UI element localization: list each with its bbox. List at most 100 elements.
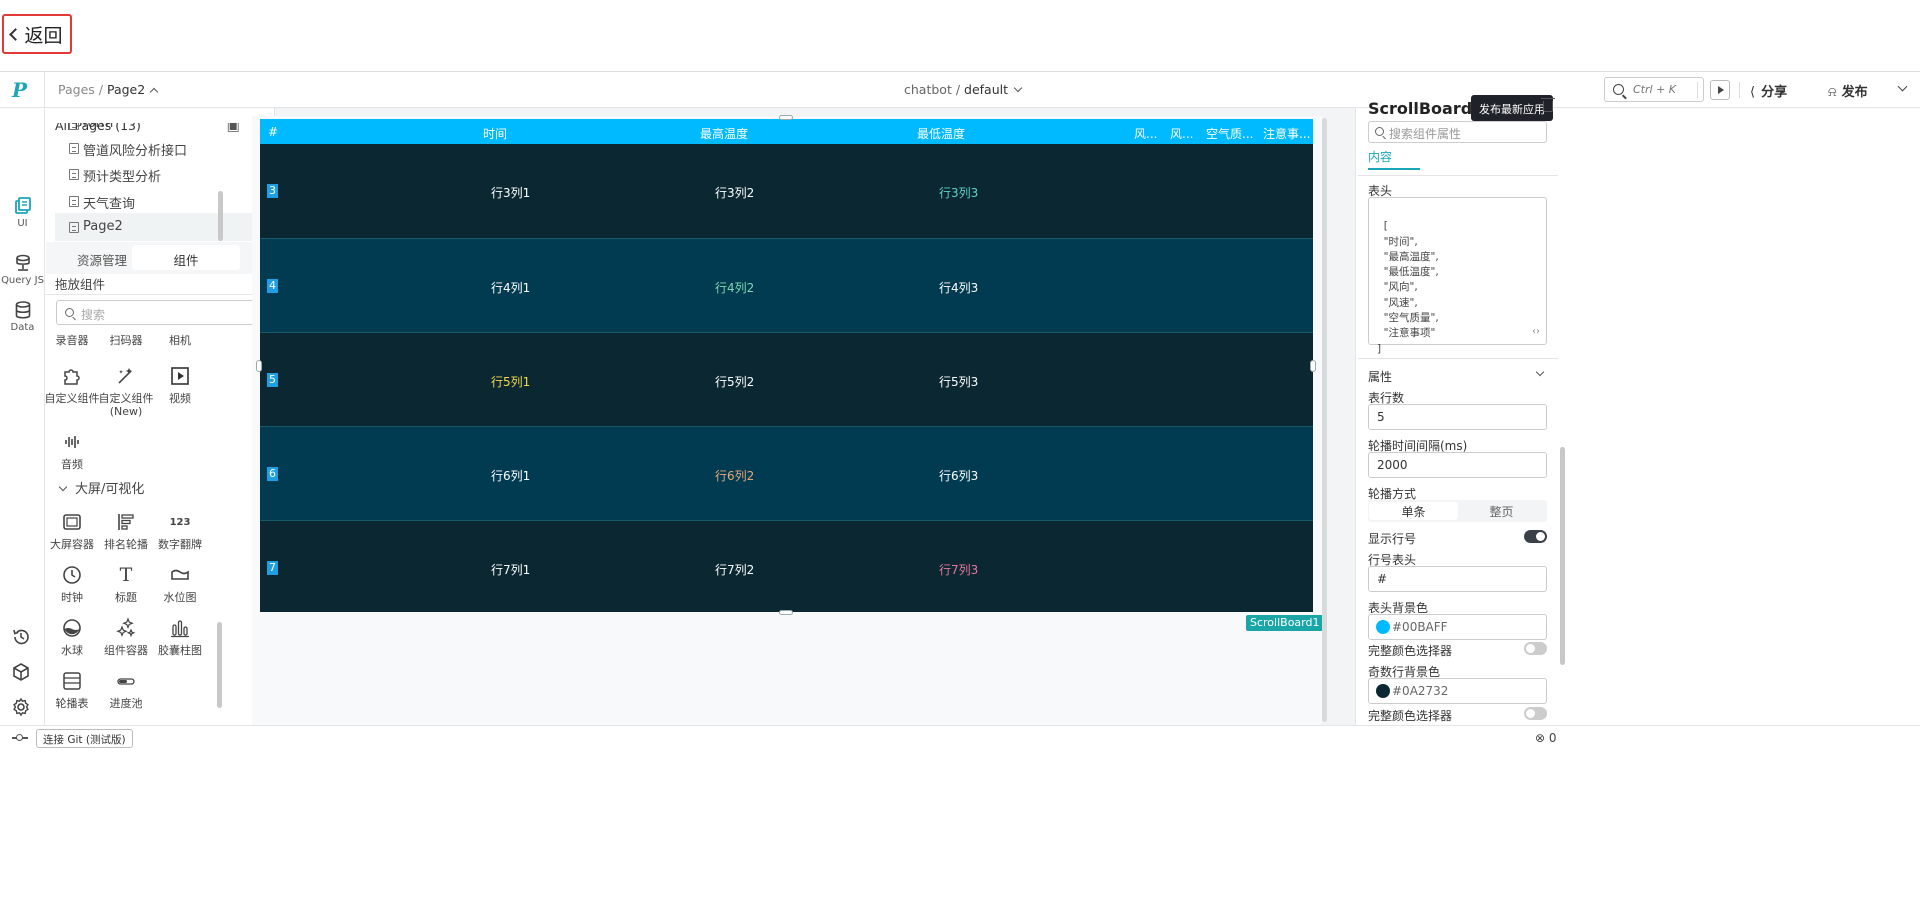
comp-audio[interactable]: 音频 xyxy=(39,431,105,471)
page-item-active[interactable]: Page2 xyxy=(55,213,265,241)
column-header: 最低温度 xyxy=(917,127,966,141)
divider xyxy=(1697,82,1698,98)
table-cell: 行3列3 xyxy=(939,186,979,200)
error-indicator[interactable]: ⊗ 0 xyxy=(1535,731,1557,745)
publish-dropdown-chevron-icon[interactable] xyxy=(1897,81,1908,92)
full-picker-toggle[interactable] xyxy=(1524,642,1547,655)
rail-item-data[interactable]: Data xyxy=(0,300,45,333)
header-json-editor[interactable]: [ "时间", "最高温度", "最低温度", "风向", "风速", "空气质… xyxy=(1368,197,1547,355)
component-name-tag[interactable]: ScrollBoard1 xyxy=(1246,615,1324,631)
capsule-chart-icon xyxy=(171,620,189,638)
table-cell: 行5列1 xyxy=(491,375,531,389)
chevron-up-icon[interactable] xyxy=(149,87,159,97)
progress-pool-icon xyxy=(117,678,135,685)
magic-wand-icon xyxy=(118,368,132,384)
header-bg-color-input[interactable]: #00BAFF xyxy=(1368,614,1547,640)
publish-button[interactable]: ⍾ 发布 xyxy=(1828,81,1868,100)
resize-handle-right[interactable] xyxy=(1310,360,1316,372)
full-picker-label-2: 完整颜色选择器 xyxy=(1368,709,1453,723)
page-item[interactable]: 天气查询 xyxy=(55,187,265,215)
editor-header: P Pages / Page2 chatbot / default Ctrl +… xyxy=(0,72,1920,108)
comp-video[interactable]: 视频 xyxy=(147,365,213,405)
tab-content[interactable]: 内容 xyxy=(1368,148,1392,165)
page-icon xyxy=(69,143,79,154)
section-attributes[interactable]: 属性 xyxy=(1368,368,1392,385)
carousel-option-single[interactable]: 单条 xyxy=(1369,502,1458,520)
pages-icon xyxy=(14,197,31,214)
app-name: chatbot xyxy=(904,82,952,97)
component-search-input[interactable]: 搜索 xyxy=(56,300,264,325)
app-logo-icon[interactable]: P xyxy=(12,78,34,102)
breadcrumb-page[interactable]: Page2 xyxy=(107,82,145,97)
back-label: 返回 xyxy=(24,24,63,47)
color-swatch[interactable] xyxy=(1376,684,1390,698)
table-cell: 行6列1 xyxy=(491,469,531,483)
global-search-button[interactable]: Ctrl + K xyxy=(1604,77,1704,102)
search-icon xyxy=(1613,84,1624,95)
audio-wave-icon xyxy=(65,436,79,448)
preview-play-button[interactable] xyxy=(1710,80,1730,100)
chevron-left-icon xyxy=(9,28,23,41)
search-shortcut: Ctrl + K xyxy=(1633,83,1676,96)
resize-handle-left[interactable] xyxy=(256,360,262,372)
divider xyxy=(1358,358,1558,359)
carousel-option-page[interactable]: 整页 xyxy=(1457,503,1546,520)
breadcrumb-root[interactable]: Pages xyxy=(58,82,95,97)
components-scrollbar[interactable] xyxy=(217,622,222,708)
back-button[interactable]: 返回 xyxy=(2,14,72,54)
page-item[interactable]: 预计类型分析 xyxy=(55,160,265,188)
properties-scrollbar[interactable] xyxy=(1560,447,1565,665)
table-cell: 行7列1 xyxy=(491,563,531,577)
property-search-input[interactable]: 搜索组件属性 xyxy=(1368,121,1547,143)
odd-bg-color-input[interactable]: #0A2732 xyxy=(1368,678,1547,704)
row-index: 3 xyxy=(267,184,278,198)
table-row: 4 行4列1 行4列2 行4列3 xyxy=(260,239,1313,333)
search-icon xyxy=(65,308,74,317)
canvas-scrollbar[interactable] xyxy=(1322,118,1327,722)
resize-handle-bottom[interactable] xyxy=(779,610,793,615)
gear-icon[interactable] xyxy=(11,697,31,717)
package-icon[interactable] xyxy=(11,662,31,682)
selected-component-name[interactable]: ScrollBoard1 xyxy=(1368,99,1483,118)
breadcrumb[interactable]: Pages / Page2 xyxy=(58,82,159,97)
share-button[interactable]: ⟨ 分享 xyxy=(1750,81,1787,100)
puzzle-icon xyxy=(64,369,80,385)
comp-progress-pool[interactable]: 进度池 xyxy=(93,670,159,710)
comp-digital-flop[interactable]: 123 数字翻牌 xyxy=(147,511,213,551)
page-item[interactable]: 管道风险分析接口 xyxy=(55,134,265,162)
table-row: 5 行5列1 行5列2 行5列3 xyxy=(260,333,1313,427)
app-switcher[interactable]: chatbot / default xyxy=(904,82,1023,97)
panel-tabs: 资源管理 组件 xyxy=(46,242,274,274)
list-clip xyxy=(55,109,265,123)
tab-components[interactable]: 组件 xyxy=(132,245,240,270)
full-picker-toggle-2[interactable] xyxy=(1524,707,1547,720)
section-visualization[interactable]: 大屏/可视化 xyxy=(57,478,144,497)
scroll-board[interactable]: 3 行3列1 行3列2 行3列3 4 行4列1 行4列2 行4列3 5 行5列1… xyxy=(260,119,1313,612)
row-index: 4 xyxy=(267,279,278,293)
table-cell: 行7列3 xyxy=(939,563,979,577)
color-swatch[interactable] xyxy=(1376,620,1390,634)
trash-icon[interactable] xyxy=(1541,98,1555,112)
interval-input[interactable]: 2000 xyxy=(1368,452,1547,478)
code-icon[interactable]: ‹› xyxy=(1532,324,1540,339)
history-icon[interactable] xyxy=(11,627,31,647)
comp-water-level[interactable]: 水位图 xyxy=(147,564,213,604)
show-index-toggle[interactable] xyxy=(1524,530,1547,543)
divider xyxy=(45,294,275,295)
pages-scrollbar[interactable] xyxy=(218,191,223,241)
rail-item-query[interactable]: Query JS xyxy=(0,253,45,286)
divider xyxy=(0,725,1920,726)
page-icon xyxy=(69,196,79,207)
divider xyxy=(44,72,45,108)
index-header-input[interactable]: # xyxy=(1368,566,1547,592)
full-picker-label: 完整颜色选择器 xyxy=(1368,644,1453,658)
header-json-value: [ "时间", "最高温度", "最低温度", "风向", "风速", "空气质… xyxy=(1377,220,1439,355)
rail-item-ui[interactable]: UI xyxy=(0,196,45,229)
row-count-input[interactable]: 5 xyxy=(1368,404,1547,430)
table-cell: 行5列3 xyxy=(939,375,979,389)
comp-capsule-chart[interactable]: 胶囊柱图 xyxy=(147,617,213,657)
connect-git-button[interactable]: 连接 Git (测试版) xyxy=(36,729,133,748)
comp-camera[interactable]: 相机 xyxy=(147,334,213,347)
resize-handle-top[interactable] xyxy=(779,115,793,120)
video-icon xyxy=(171,367,189,385)
